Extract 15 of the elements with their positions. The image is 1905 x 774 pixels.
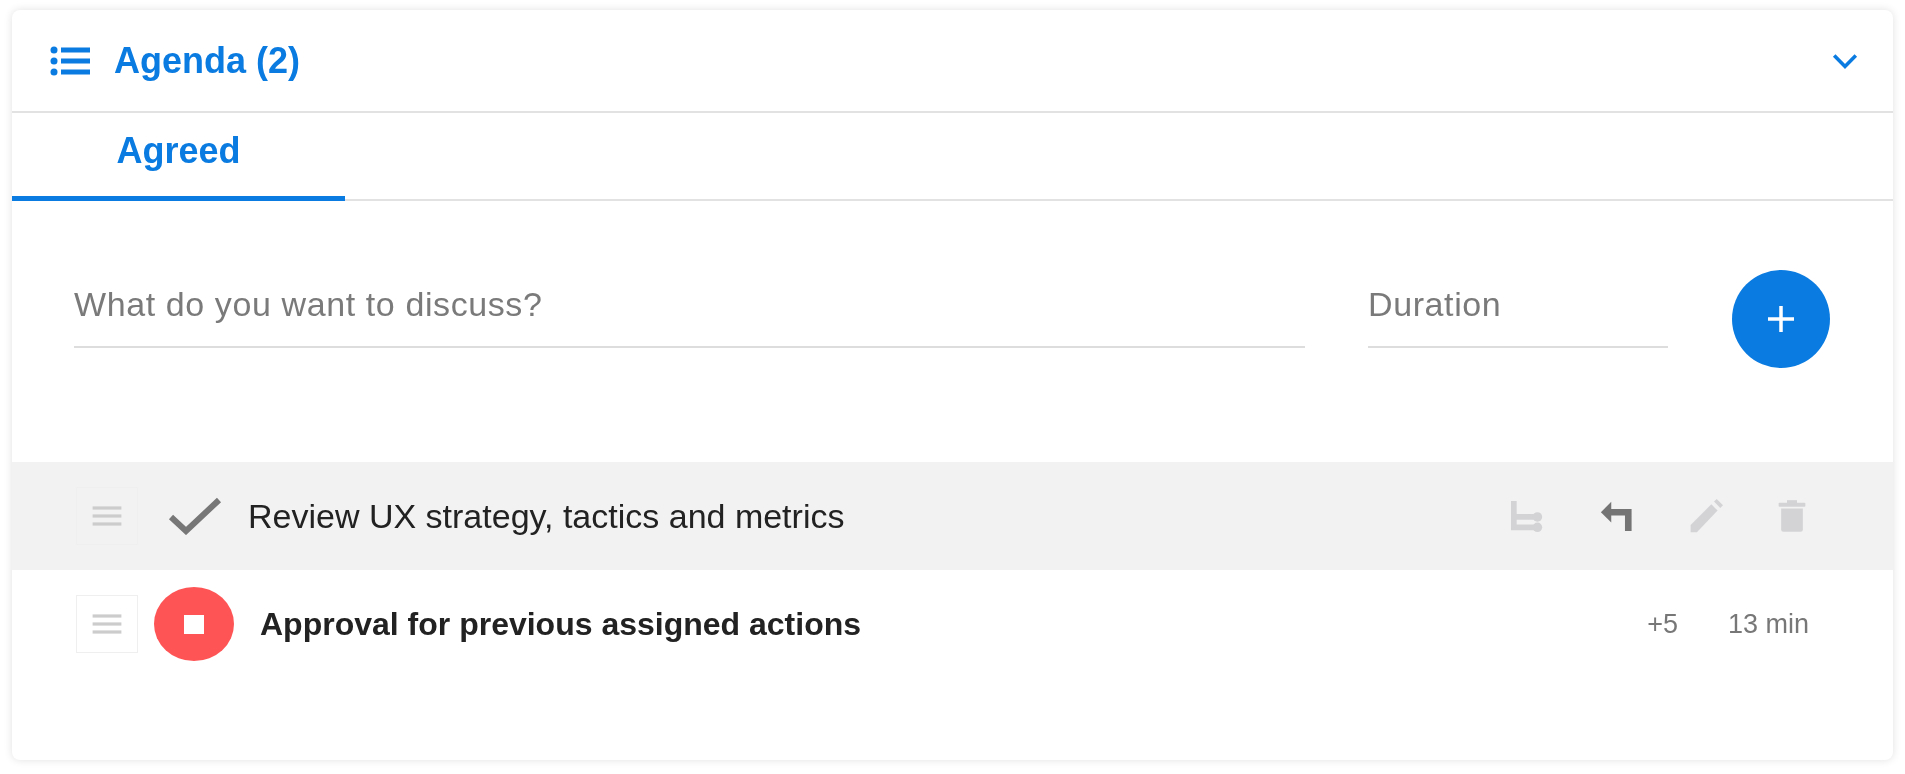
item-title: Approval for previous assigned actions [260, 605, 862, 643]
checkmark-icon [168, 497, 222, 535]
topic-field[interactable]: What do you want to discuss? [74, 265, 1305, 348]
duration-text: 13 min [1727, 608, 1809, 640]
tab[interactable]: Agreed [12, 113, 345, 201]
list-icon [50, 45, 90, 76]
chevron-down-icon [1831, 51, 1859, 70]
item-title: Review UX strategy, tactics and metrics [248, 496, 845, 536]
plus-icon [1766, 304, 1796, 334]
agenda-item[interactable]: Approval for previous assigned actions +5 13 min [12, 570, 1893, 678]
panel-title: Agenda (2) [114, 39, 300, 82]
duration-field[interactable]: Duration [1368, 265, 1668, 348]
drag-handle-icon[interactable] [76, 595, 138, 653]
extra-time-text: +5 [1647, 608, 1678, 640]
agenda-item[interactable]: Review UX strategy, tactics and metrics [12, 462, 1893, 570]
